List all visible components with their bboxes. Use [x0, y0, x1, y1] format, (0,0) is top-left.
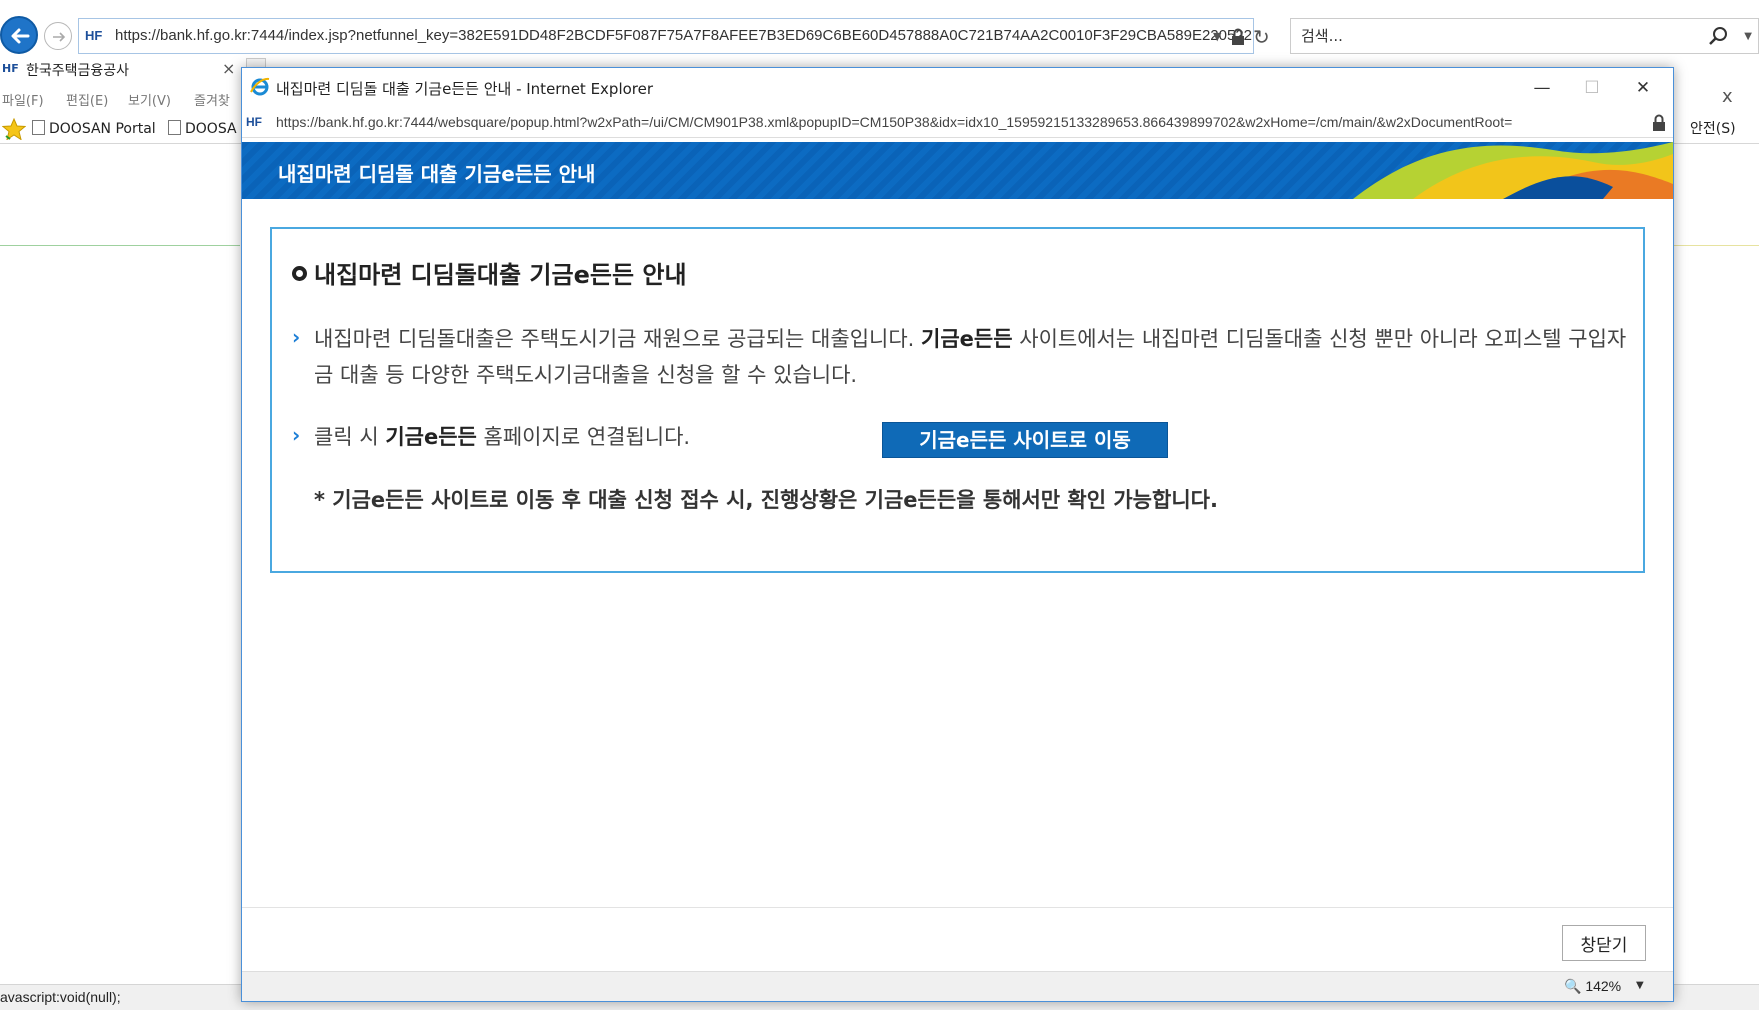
- popup-url[interactable]: https://bank.hf.go.kr:7444/websquare/pop…: [276, 114, 1646, 130]
- para2-text-c: 홈페이지로 연결됩니다.: [483, 425, 691, 449]
- maximize-button[interactable]: ☐: [1572, 74, 1612, 102]
- page-icon: [32, 120, 45, 135]
- window-close-button[interactable]: ✕: [1623, 74, 1663, 102]
- popup-title-bar[interactable]: 내집마련 디딤돌 대출 기금e든든 안내 - Internet Explorer…: [242, 68, 1673, 108]
- banner-title: 내집마련 디딤돌 대출 기금e든든 안내: [278, 162, 596, 186]
- back-button[interactable]: [0, 16, 38, 54]
- search-dropdown-icon[interactable]: ▼: [1744, 31, 1752, 42]
- chevron-right-icon: ›: [292, 423, 301, 447]
- popup-favicon-icon: HF: [246, 115, 262, 129]
- tab-close-icon[interactable]: ×: [222, 59, 235, 78]
- banner-swoosh-graphic: [1353, 142, 1673, 199]
- arrow-left-icon: [11, 28, 30, 44]
- menu-favorites[interactable]: 즐겨찾: [194, 90, 230, 109]
- chevron-right-icon: ›: [292, 325, 301, 349]
- lock-icon[interactable]: [1652, 114, 1666, 136]
- go-to-fund-site-button[interactable]: 기금e든든 사이트로 이동: [882, 422, 1168, 458]
- para2-emphasis: 기금e든든: [385, 425, 477, 449]
- para1-emphasis: 기금e든든: [921, 327, 1013, 351]
- tab-hf[interactable]: HF 한국주택금융공사 ×: [0, 56, 240, 84]
- address-dropdown-icon[interactable]: ▼: [1213, 30, 1221, 43]
- favorite-label: DOOSAN Portal: [49, 121, 156, 137]
- favorite-label: DOOSA: [185, 121, 237, 137]
- page-divider: [0, 245, 240, 246]
- menu-view[interactable]: 보기(V): [128, 90, 171, 109]
- arrow-right-icon: [53, 32, 66, 42]
- address-url[interactable]: https://bank.hf.go.kr:7444/index.jsp?net…: [115, 27, 1252, 44]
- address-field[interactable]: HF https://bank.hf.go.kr:7444/index.jsp?…: [78, 18, 1270, 54]
- para1-text-a: 내집마련 디딤돌대출은 주택도시기금 재원으로 공급되는 대출입니다.: [314, 327, 915, 351]
- zoom-value: 142%: [1585, 978, 1622, 994]
- forward-button[interactable]: [44, 22, 72, 50]
- tab-favicon-icon: HF: [2, 62, 19, 75]
- notice-text: * 기금e든든 사이트로 이동 후 대출 신청 접수 시, 진행상황은 기금e든…: [314, 488, 1218, 512]
- section-title: 내집마련 디딤돌대출 기금e든든 안내: [292, 255, 687, 290]
- menu-edit[interactable]: 편집(E): [66, 90, 108, 109]
- favorite-doosan[interactable]: DOOSA: [168, 120, 237, 137]
- popup-window-title: 내집마련 디딤돌 대출 기금e든든 안내 - Internet Explorer: [276, 80, 654, 98]
- search-input[interactable]: [1291, 19, 1671, 53]
- lock-icon[interactable]: [1231, 28, 1245, 50]
- favorite-doosan-portal[interactable]: DOOSAN Portal: [32, 120, 156, 137]
- safety-menu[interactable]: 안전(S): [1690, 118, 1736, 138]
- ring-bullet-icon: [292, 266, 307, 281]
- tab-title: 한국주택금융공사: [26, 63, 130, 79]
- minimize-button[interactable]: —: [1522, 74, 1562, 102]
- zoom-level[interactable]: 🔍 142%: [1564, 978, 1621, 995]
- close-bar-icon[interactable]: x: [1722, 86, 1733, 107]
- popup-window: 내집마련 디딤돌 대출 기금e든든 안내 - Internet Explorer…: [241, 67, 1674, 1002]
- favorites-star-icon[interactable]: [1, 117, 27, 144]
- menu-file[interactable]: 파일(F): [2, 90, 44, 109]
- address-bar-row: HF https://bank.hf.go.kr:7444/index.jsp?…: [0, 12, 1759, 58]
- popup-address-bar: HF https://bank.hf.go.kr:7444/websquare/…: [242, 108, 1673, 138]
- popup-banner: 내집마련 디딤돌 대출 기금e든든 안내: [242, 142, 1673, 199]
- page-divider: [1672, 245, 1759, 246]
- search-field[interactable]: ▼: [1290, 18, 1759, 54]
- para2-text-a: 클릭 시: [314, 425, 379, 449]
- popup-status-bar: 🔍 142% ▼: [242, 971, 1673, 1001]
- section-title-text: 내집마련 디딤돌대출 기금e든든 안내: [314, 261, 687, 289]
- refresh-icon[interactable]: ↻: [1253, 25, 1270, 49]
- status-text: avascript:void(null);: [0, 989, 121, 1005]
- footer-divider: [242, 907, 1673, 908]
- site-favicon-icon: HF: [85, 28, 103, 43]
- internet-explorer-icon: [250, 77, 270, 101]
- zoom-dropdown-icon[interactable]: ▼: [1636, 980, 1644, 991]
- page-icon: [168, 120, 181, 135]
- close-window-button[interactable]: 창닫기: [1562, 925, 1646, 961]
- info-box: 내집마련 디딤돌대출 기금e든든 안내 › 내집마련 디딤돌대출은 주택도시기금…: [270, 227, 1645, 573]
- search-icon[interactable]: [1708, 26, 1728, 50]
